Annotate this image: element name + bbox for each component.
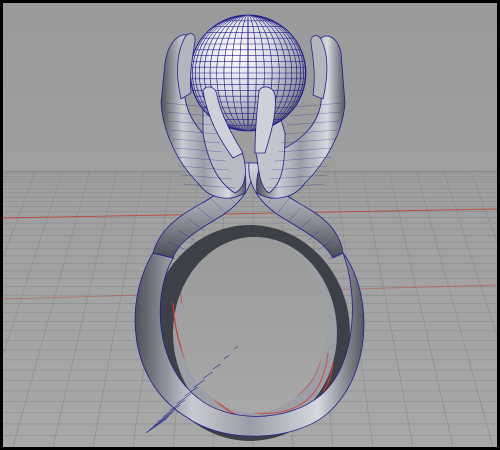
viewport-frame	[0, 0, 500, 450]
sphere	[189, 14, 307, 132]
viewport-canvas[interactable]	[3, 3, 497, 447]
ring-hole	[179, 237, 327, 413]
3d-viewport[interactable]	[3, 3, 497, 447]
